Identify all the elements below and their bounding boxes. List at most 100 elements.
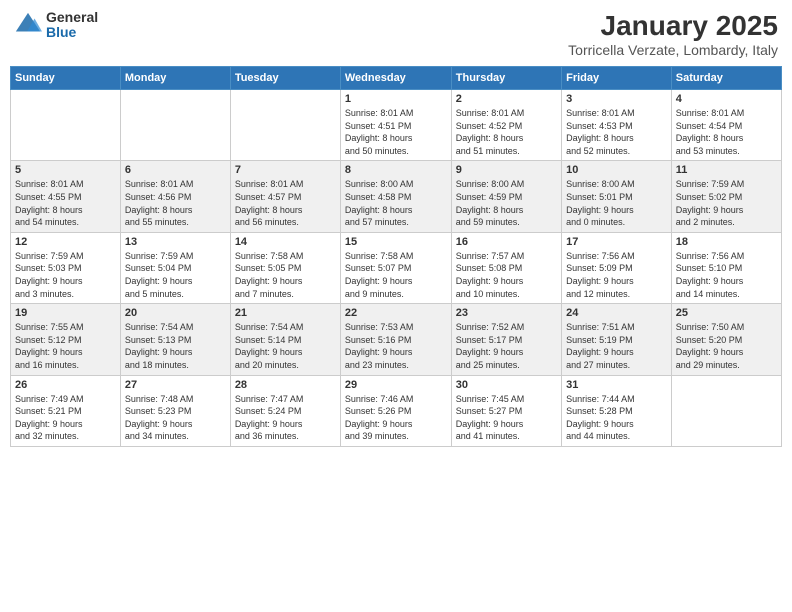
calendar-cell: 31 Sunrise: 7:44 AM Sunset: 5:28 PM Dayli… [562, 375, 672, 446]
day-info: Sunrise: 7:54 AM Sunset: 5:14 PM Dayligh… [235, 321, 336, 371]
calendar-cell: 1 Sunrise: 8:01 AM Sunset: 4:51 PM Daylig… [340, 90, 451, 161]
calendar-cell: 30 Sunrise: 7:45 AM Sunset: 5:27 PM Dayli… [451, 375, 561, 446]
day-info: Sunrise: 8:00 AM Sunset: 5:01 PM Dayligh… [566, 178, 667, 228]
day-info: Sunrise: 8:01 AM Sunset: 4:56 PM Dayligh… [125, 178, 226, 228]
day-number: 15 [345, 236, 447, 248]
day-number: 9 [456, 164, 557, 176]
calendar-cell: 5 Sunrise: 8:01 AM Sunset: 4:55 PM Daylig… [11, 161, 121, 232]
calendar-cell: 22Sunrise: 7:53 AM Sunset: 5:16 PM Dayli… [340, 304, 451, 375]
calendar-week-4: 19 Sunrise: 7:55 AM Sunset: 5:12 PM Dayli… [11, 304, 782, 375]
calendar-cell: 6 Sunrise: 8:01 AM Sunset: 4:56 PM Daylig… [120, 161, 230, 232]
calendar-cell: 23 Sunrise: 7:52 AM Sunset: 5:17 PM Dayli… [451, 304, 561, 375]
day-number: 11 [676, 164, 777, 176]
day-number: 6 [125, 164, 226, 176]
weekday-header-wednesday: Wednesday [340, 67, 451, 90]
page-header: General Blue January 2025 Torricella Ver… [10, 10, 782, 58]
day-number: 19 [15, 307, 116, 319]
day-info: Sunrise: 7:44 AM Sunset: 5:28 PM Dayligh… [566, 393, 667, 443]
day-info: Sunrise: 7:59 AM Sunset: 5:02 PM Dayligh… [676, 178, 777, 228]
calendar-cell: 15 Sunrise: 7:58 AM Sunset: 5:07 PM Dayli… [340, 232, 451, 303]
logo-blue-text: Blue [46, 25, 98, 40]
calendar-week-3: 12Sunrise: 7:59 AM Sunset: 5:03 PM Dayli… [11, 232, 782, 303]
calendar-cell: 18 Sunrise: 7:56 AM Sunset: 5:10 PM Dayli… [671, 232, 781, 303]
day-info: Sunrise: 7:46 AM Sunset: 5:26 PM Dayligh… [345, 393, 447, 443]
day-number: 21 [235, 307, 336, 319]
logo: General Blue [14, 10, 98, 41]
day-number: 25 [676, 307, 777, 319]
calendar-cell: 21 Sunrise: 7:54 AM Sunset: 5:14 PM Dayli… [230, 304, 340, 375]
day-info: Sunrise: 7:55 AM Sunset: 5:12 PM Dayligh… [15, 321, 116, 371]
day-number: 4 [676, 93, 777, 105]
day-info: Sunrise: 7:58 AM Sunset: 5:05 PM Dayligh… [235, 250, 336, 300]
day-info: Sunrise: 7:50 AM Sunset: 5:20 PM Dayligh… [676, 321, 777, 371]
calendar-table: SundayMondayTuesdayWednesdayThursdayFrid… [10, 66, 782, 447]
day-number: 18 [676, 236, 777, 248]
day-number: 26 [15, 379, 116, 391]
day-number: 29 [345, 379, 447, 391]
day-number: 10 [566, 164, 667, 176]
calendar-week-2: 5 Sunrise: 8:01 AM Sunset: 4:55 PM Daylig… [11, 161, 782, 232]
calendar-cell: 8 Sunrise: 8:00 AM Sunset: 4:58 PM Daylig… [340, 161, 451, 232]
day-info: Sunrise: 8:01 AM Sunset: 4:51 PM Dayligh… [345, 107, 447, 157]
day-number: 17 [566, 236, 667, 248]
day-number: 30 [456, 379, 557, 391]
calendar-cell: 20 Sunrise: 7:54 AM Sunset: 5:13 PM Dayli… [120, 304, 230, 375]
calendar-cell: 17 Sunrise: 7:56 AM Sunset: 5:09 PM Dayli… [562, 232, 672, 303]
day-number: 14 [235, 236, 336, 248]
day-info: Sunrise: 7:58 AM Sunset: 5:07 PM Dayligh… [345, 250, 447, 300]
day-info: Sunrise: 8:00 AM Sunset: 4:58 PM Dayligh… [345, 178, 447, 228]
calendar-cell: 7 Sunrise: 8:01 AM Sunset: 4:57 PM Daylig… [230, 161, 340, 232]
month-title: January 2025 [568, 10, 778, 42]
day-number: 1 [345, 93, 447, 105]
weekday-header-row: SundayMondayTuesdayWednesdayThursdayFrid… [11, 67, 782, 90]
calendar-cell: 27 Sunrise: 7:48 AM Sunset: 5:23 PM Dayli… [120, 375, 230, 446]
day-info: Sunrise: 7:45 AM Sunset: 5:27 PM Dayligh… [456, 393, 557, 443]
day-number: 8 [345, 164, 447, 176]
calendar-cell [120, 90, 230, 161]
calendar-cell [230, 90, 340, 161]
day-info: Sunrise: 8:01 AM Sunset: 4:53 PM Dayligh… [566, 107, 667, 157]
day-number: 24 [566, 307, 667, 319]
day-info: Sunrise: 8:01 AM Sunset: 4:52 PM Dayligh… [456, 107, 557, 157]
calendar-cell: 25 Sunrise: 7:50 AM Sunset: 5:20 PM Dayli… [671, 304, 781, 375]
weekday-header-sunday: Sunday [11, 67, 121, 90]
calendar-cell: 14 Sunrise: 7:58 AM Sunset: 5:05 PM Dayli… [230, 232, 340, 303]
day-number: 16 [456, 236, 557, 248]
day-info: Sunrise: 7:52 AM Sunset: 5:17 PM Dayligh… [456, 321, 557, 371]
day-info: Sunrise: 8:01 AM Sunset: 4:55 PM Dayligh… [15, 178, 116, 228]
calendar-cell: 28Sunrise: 7:47 AM Sunset: 5:24 PM Dayli… [230, 375, 340, 446]
day-number: 31 [566, 379, 667, 391]
weekday-header-monday: Monday [120, 67, 230, 90]
day-info: Sunrise: 7:59 AM Sunset: 5:03 PM Dayligh… [15, 250, 116, 300]
calendar-cell: 13Sunrise: 7:59 AM Sunset: 5:04 PM Dayli… [120, 232, 230, 303]
calendar-cell: 11 Sunrise: 7:59 AM Sunset: 5:02 PM Dayli… [671, 161, 781, 232]
location-subtitle: Torricella Verzate, Lombardy, Italy [568, 42, 778, 58]
logo-icon [14, 11, 42, 39]
day-info: Sunrise: 7:56 AM Sunset: 5:10 PM Dayligh… [676, 250, 777, 300]
calendar-cell: 24 Sunrise: 7:51 AM Sunset: 5:19 PM Dayli… [562, 304, 672, 375]
day-info: Sunrise: 7:56 AM Sunset: 5:09 PM Dayligh… [566, 250, 667, 300]
day-info: Sunrise: 7:54 AM Sunset: 5:13 PM Dayligh… [125, 321, 226, 371]
day-number: 7 [235, 164, 336, 176]
day-info: Sunrise: 7:51 AM Sunset: 5:19 PM Dayligh… [566, 321, 667, 371]
day-number: 20 [125, 307, 226, 319]
day-info: Sunrise: 8:01 AM Sunset: 4:57 PM Dayligh… [235, 178, 336, 228]
day-number: 27 [125, 379, 226, 391]
day-number: 5 [15, 164, 116, 176]
weekday-header-tuesday: Tuesday [230, 67, 340, 90]
calendar-cell [11, 90, 121, 161]
day-info: Sunrise: 8:00 AM Sunset: 4:59 PM Dayligh… [456, 178, 557, 228]
day-info: Sunrise: 7:49 AM Sunset: 5:21 PM Dayligh… [15, 393, 116, 443]
calendar-cell: 3Sunrise: 8:01 AM Sunset: 4:53 PM Daylig… [562, 90, 672, 161]
day-number: 2 [456, 93, 557, 105]
calendar-cell: 2 Sunrise: 8:01 AM Sunset: 4:52 PM Daylig… [451, 90, 561, 161]
calendar-cell: 29 Sunrise: 7:46 AM Sunset: 5:26 PM Dayli… [340, 375, 451, 446]
calendar-cell: 19 Sunrise: 7:55 AM Sunset: 5:12 PM Dayli… [11, 304, 121, 375]
day-info: Sunrise: 7:59 AM Sunset: 5:04 PM Dayligh… [125, 250, 226, 300]
day-info: Sunrise: 7:48 AM Sunset: 5:23 PM Dayligh… [125, 393, 226, 443]
calendar-cell [671, 375, 781, 446]
day-info: Sunrise: 8:01 AM Sunset: 4:54 PM Dayligh… [676, 107, 777, 157]
day-info: Sunrise: 7:53 AM Sunset: 5:16 PM Dayligh… [345, 321, 447, 371]
day-info: Sunrise: 7:57 AM Sunset: 5:08 PM Dayligh… [456, 250, 557, 300]
day-number: 23 [456, 307, 557, 319]
